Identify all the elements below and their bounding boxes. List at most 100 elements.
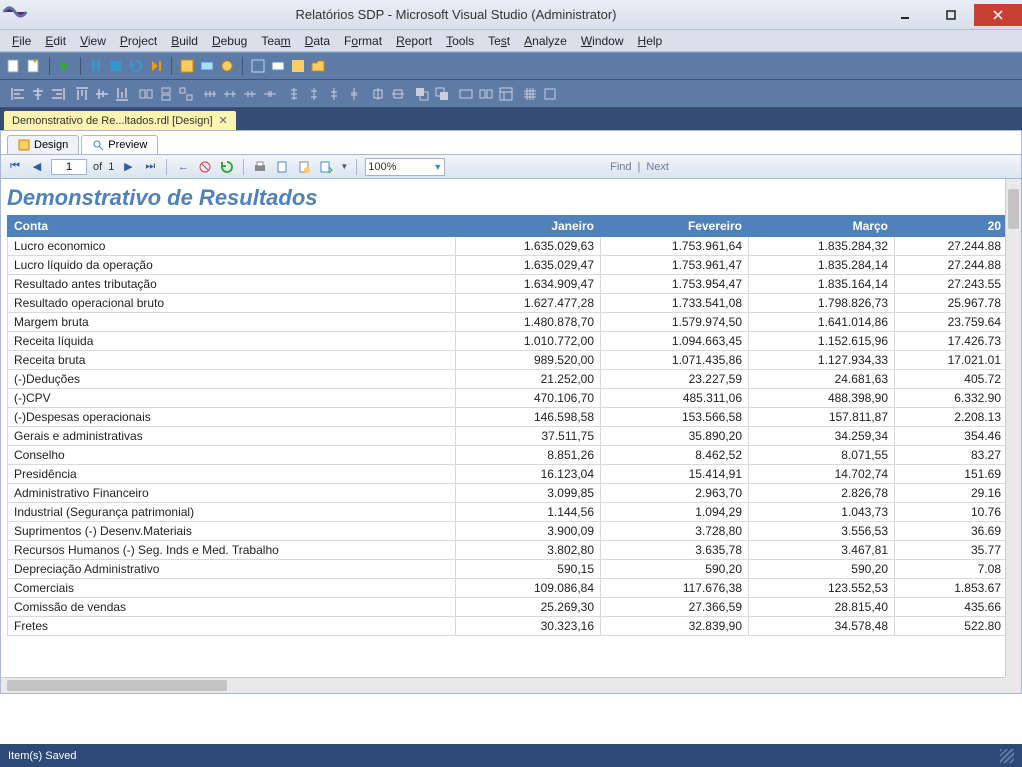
menu-debug[interactable]: Debug [206, 32, 253, 50]
vspace-dec-icon[interactable] [326, 86, 342, 102]
row-value: 1.733.541,08 [601, 294, 749, 313]
snap-icon[interactable] [542, 86, 558, 102]
refresh-icon[interactable] [219, 159, 235, 175]
row-value: 1.635.029,63 [456, 237, 601, 256]
close-tab-icon[interactable]: ✕ [219, 114, 228, 127]
align-top-icon[interactable] [74, 86, 90, 102]
hspace-inc-icon[interactable] [222, 86, 238, 102]
center-v-icon[interactable] [390, 86, 406, 102]
row-value: 17.426.73 [895, 332, 1006, 351]
page-total: 1 [108, 161, 114, 173]
menu-edit[interactable]: Edit [39, 32, 72, 50]
back-icon[interactable]: ← [175, 159, 191, 175]
maximize-button[interactable] [928, 4, 974, 26]
row-value: 435.66 [895, 598, 1006, 617]
row-value: 10.76 [895, 503, 1006, 522]
menu-window[interactable]: Window [575, 32, 630, 50]
hspace-dec-icon[interactable] [242, 86, 258, 102]
align-middle-icon[interactable] [94, 86, 110, 102]
center-h-icon[interactable] [370, 86, 386, 102]
row-value: 1.853.67 [895, 579, 1006, 598]
preview-icon [92, 139, 104, 151]
first-page-icon[interactable]: ⏮ [7, 159, 23, 175]
menu-analyze[interactable]: Analyze [518, 32, 573, 50]
restart-icon[interactable] [128, 58, 144, 74]
menu-view[interactable]: View [74, 32, 112, 50]
horizontal-scrollbar[interactable] [1, 677, 1005, 693]
menu-test[interactable]: Test [482, 32, 516, 50]
prev-page-icon[interactable]: ◀ [29, 159, 45, 175]
tool-icon[interactable] [199, 58, 215, 74]
document-tab-active[interactable]: Demonstrativo de Re...ltados.rdl [Design… [4, 111, 236, 130]
page-input[interactable] [51, 159, 87, 175]
menu-file[interactable]: File [6, 32, 37, 50]
hspace-remove-icon[interactable] [262, 86, 278, 102]
start-icon[interactable] [57, 58, 73, 74]
stop-render-icon[interactable] [197, 159, 213, 175]
menu-project[interactable]: Project [114, 32, 163, 50]
row-value: 1.753.961,64 [601, 237, 749, 256]
row-value: 1.634.909,47 [456, 275, 601, 294]
merge-icon[interactable] [458, 86, 474, 102]
same-size-icon[interactable] [178, 86, 194, 102]
new-item-icon[interactable] [6, 58, 22, 74]
tab-design[interactable]: Design [7, 135, 79, 154]
folder-icon[interactable] [310, 58, 326, 74]
vspace-inc-icon[interactable] [306, 86, 322, 102]
tool-icon[interactable] [290, 58, 306, 74]
same-height-icon[interactable] [158, 86, 174, 102]
minimize-button[interactable] [882, 4, 928, 26]
vspace-equal-icon[interactable] [286, 86, 302, 102]
menu-format[interactable]: Format [338, 32, 388, 50]
tool-icon[interactable] [270, 58, 286, 74]
menu-report[interactable]: Report [390, 32, 438, 50]
split-icon[interactable] [478, 86, 494, 102]
row-value: 123.552,53 [749, 579, 895, 598]
tool-icon[interactable] [250, 58, 266, 74]
next-page-icon[interactable]: ▶ [120, 159, 136, 175]
vspace-remove-icon[interactable] [346, 86, 362, 102]
tool-icon[interactable] [179, 58, 195, 74]
stop-icon[interactable] [108, 58, 124, 74]
menu-build[interactable]: Build [165, 32, 204, 50]
row-value: 1.144,56 [456, 503, 601, 522]
vertical-scrollbar[interactable] [1005, 179, 1021, 677]
column-header: Fevereiro [601, 216, 749, 237]
last-page-icon[interactable]: ⏭ [142, 159, 158, 175]
align-bottom-icon[interactable] [114, 86, 130, 102]
menu-data[interactable]: Data [299, 32, 336, 50]
pause-icon[interactable] [88, 58, 104, 74]
menu-help[interactable]: Help [632, 32, 669, 50]
find-label[interactable]: Find [610, 161, 631, 173]
menu-team[interactable]: Team [255, 32, 296, 50]
row-value: 3.728,80 [601, 522, 749, 541]
menu-tools[interactable]: Tools [440, 32, 480, 50]
add-item-icon[interactable] [26, 58, 42, 74]
send-back-icon[interactable] [434, 86, 450, 102]
table-row: Receita líquida1.010.772,001.094.663,451… [8, 332, 1006, 351]
align-left-icon[interactable] [10, 86, 26, 102]
export-icon[interactable] [318, 159, 334, 175]
close-button[interactable] [974, 4, 1022, 26]
same-width-icon[interactable] [138, 86, 154, 102]
zoom-select[interactable]: 100% ▼ [365, 158, 445, 176]
bring-front-icon[interactable] [414, 86, 430, 102]
step-icon[interactable] [148, 58, 164, 74]
tool-icon[interactable] [219, 58, 235, 74]
hspace-equal-icon[interactable] [202, 86, 218, 102]
row-value: 1.798.826,73 [749, 294, 895, 313]
align-center-icon[interactable] [30, 86, 46, 102]
tab-preview[interactable]: Preview [81, 135, 158, 154]
next-label[interactable]: Next [646, 161, 669, 173]
layout-icon[interactable] [498, 86, 514, 102]
grid-icon[interactable] [522, 86, 538, 102]
print-layout-icon[interactable] [274, 159, 290, 175]
align-right-icon[interactable] [50, 86, 66, 102]
print-icon[interactable] [252, 159, 268, 175]
menubar: File Edit View Project Build Debug Team … [0, 30, 1022, 52]
row-label: Depreciação Administrativo [8, 560, 456, 579]
resize-grip-icon[interactable] [1000, 749, 1014, 763]
row-label: Lucro líquido da operação [8, 256, 456, 275]
page-setup-icon[interactable] [296, 159, 312, 175]
row-value: 354.46 [895, 427, 1006, 446]
